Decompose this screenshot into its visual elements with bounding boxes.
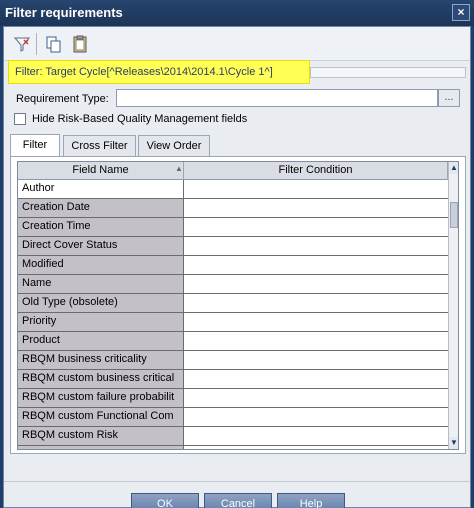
paste-icon[interactable]	[70, 34, 90, 54]
field-name-cell[interactable]: Product	[18, 332, 184, 350]
tab-view-order[interactable]: View Order	[138, 135, 210, 156]
filter-condition-cell[interactable]	[184, 446, 448, 449]
ok-button[interactable]: OK	[131, 493, 199, 508]
filter-tab-panel: Field Name ▲ Filter Condition Author Crea…	[10, 156, 466, 454]
hide-rbqm-checkbox[interactable]	[14, 113, 26, 125]
toolbar	[4, 27, 470, 61]
table-row[interactable]: RBQM custom technical	[18, 446, 448, 449]
field-name-cell[interactable]: RBQM custom Functional Com	[18, 408, 184, 426]
filter-condition-cell[interactable]	[184, 313, 448, 331]
grid-scrollbar[interactable]: ▲ ▼	[448, 162, 458, 449]
filter-condition-cell[interactable]	[184, 351, 448, 369]
filter-condition-cell[interactable]	[184, 199, 448, 217]
field-name-cell[interactable]: RBQM custom failure probabilit	[18, 389, 184, 407]
table-row[interactable]: Old Type (obsolete)	[18, 294, 448, 313]
cancel-button[interactable]: Cancel	[204, 493, 272, 508]
filter-icon[interactable]	[12, 34, 32, 54]
grid-rows: Author Creation Date Creation Time Direct C…	[18, 180, 448, 449]
hide-rbqm-label: Hide Risk-Based Quality Management field…	[32, 113, 248, 125]
field-name-cell[interactable]: Old Type (obsolete)	[18, 294, 184, 312]
filter-condition-cell[interactable]	[184, 294, 448, 312]
filter-condition-cell[interactable]	[184, 180, 448, 198]
table-row[interactable]: Priority	[18, 313, 448, 332]
table-row[interactable]: Direct Cover Status	[18, 237, 448, 256]
grid-header: Field Name ▲ Filter Condition	[18, 162, 448, 180]
table-row[interactable]: RBQM custom business critical	[18, 370, 448, 389]
table-row[interactable]: RBQM custom Risk	[18, 427, 448, 446]
field-name-cell[interactable]: Author	[18, 180, 184, 198]
filter-condition-cell[interactable]	[184, 237, 448, 255]
field-name-cell[interactable]: Name	[18, 275, 184, 293]
table-row[interactable]: Author	[18, 180, 448, 199]
filter-condition-cell[interactable]	[184, 427, 448, 445]
filter-condition-cell[interactable]	[184, 332, 448, 350]
table-row[interactable]: RBQM business criticality	[18, 351, 448, 370]
close-button[interactable]: ×	[452, 4, 470, 21]
table-row[interactable]: Creation Date	[18, 199, 448, 218]
table-row[interactable]: Creation Time	[18, 218, 448, 237]
table-row[interactable]: Name	[18, 275, 448, 294]
column-header-field-name[interactable]: Field Name	[18, 162, 184, 180]
field-name-cell[interactable]: Priority	[18, 313, 184, 331]
scroll-down-icon[interactable]: ▼	[449, 437, 458, 449]
filter-grid: Field Name ▲ Filter Condition Author Crea…	[17, 161, 459, 450]
requirement-type-input[interactable]	[116, 89, 438, 107]
tab-filter[interactable]: Filter	[10, 134, 60, 156]
tab-cross-filter[interactable]: Cross Filter	[63, 135, 136, 156]
filter-condition-cell[interactable]	[184, 275, 448, 293]
filter-dialog: Filter: Target Cycle[^Releases\2014\2014…	[3, 26, 471, 508]
filter-condition-cell[interactable]	[184, 389, 448, 407]
title-bar: Filter requirements ×	[0, 0, 474, 26]
footer-divider	[4, 481, 470, 482]
field-name-cell[interactable]: RBQM custom business critical	[18, 370, 184, 388]
filter-summary-field	[310, 67, 466, 78]
help-button[interactable]: Help	[277, 493, 345, 508]
filter-condition-cell[interactable]	[184, 370, 448, 388]
sort-up-icon: ▲	[175, 164, 183, 173]
scroll-thumb[interactable]	[450, 202, 458, 228]
filter-condition-cell[interactable]	[184, 218, 448, 236]
field-name-cell[interactable]: Modified	[18, 256, 184, 274]
window-title: Filter requirements	[5, 5, 123, 20]
filter-summary-banner: Filter: Target Cycle[^Releases\2014\2014…	[8, 60, 310, 84]
field-name-cell[interactable]: RBQM custom Risk	[18, 427, 184, 445]
filter-condition-cell[interactable]	[184, 408, 448, 426]
copy-icon[interactable]	[44, 34, 64, 54]
field-name-cell[interactable]: Creation Time	[18, 218, 184, 236]
field-name-cell[interactable]: RBQM business criticality	[18, 351, 184, 369]
requirement-type-label: Requirement Type:	[16, 93, 109, 105]
field-name-cell[interactable]: RBQM custom technical	[18, 446, 184, 449]
filter-condition-cell[interactable]	[184, 256, 448, 274]
column-header-filter-condition[interactable]: Filter Condition	[184, 162, 448, 180]
scroll-up-icon[interactable]: ▲	[449, 162, 458, 174]
table-row[interactable]: Product	[18, 332, 448, 351]
field-name-cell[interactable]: Direct Cover Status	[18, 237, 184, 255]
field-name-cell[interactable]: Creation Date	[18, 199, 184, 217]
table-row[interactable]: RBQM custom Functional Com	[18, 408, 448, 427]
requirement-type-browse-button[interactable]: ...	[438, 89, 460, 107]
toolbar-separator	[36, 33, 37, 55]
table-row[interactable]: Modified	[18, 256, 448, 275]
table-row[interactable]: RBQM custom failure probabilit	[18, 389, 448, 408]
